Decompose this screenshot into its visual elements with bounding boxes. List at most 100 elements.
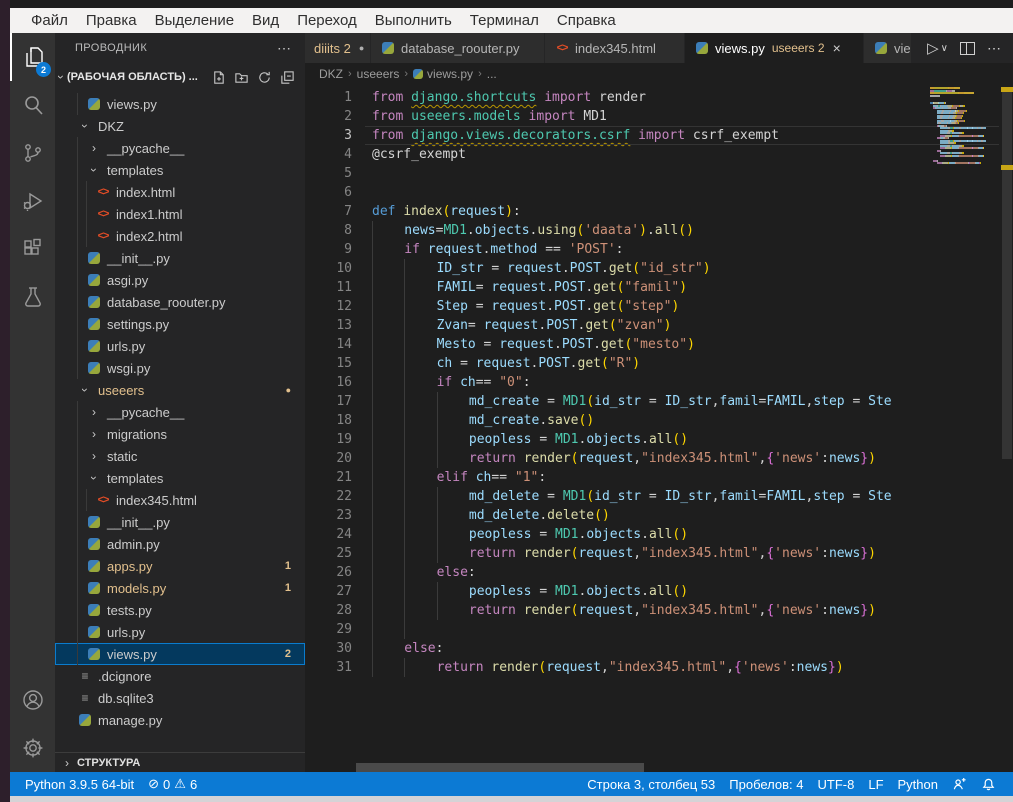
code-line[interactable]: 11FAMIL= request.POST.get("famil"): [305, 278, 1013, 297]
code-line[interactable]: 27peopless = MD1.objects.all(): [305, 582, 1013, 601]
tree-folder-dkz[interactable]: ›DKZ: [55, 115, 305, 137]
language-mode[interactable]: Python: [891, 777, 945, 792]
horizontal-scrollbar-thumb[interactable]: [356, 763, 644, 772]
menu-item[interactable]: Переход: [288, 8, 366, 33]
tab-index345-html[interactable]: <>index345.html: [545, 33, 685, 63]
eol-setting[interactable]: LF: [861, 777, 890, 792]
menu-item[interactable]: Вид: [243, 8, 288, 33]
tree-file-urls-py[interactable]: urls.py: [55, 621, 305, 643]
code-line[interactable]: 29: [305, 620, 1013, 639]
indentation-setting[interactable]: Пробелов: 4: [722, 777, 810, 792]
workspace-section-header[interactable]: › (РАБОЧАЯ ОБЛАСТЬ) ...: [55, 66, 305, 88]
outline-section-header[interactable]: › СТРУКТУРА: [55, 752, 305, 773]
code-line[interactable]: 14Mesto = request.POST.get("mesto"): [305, 335, 1013, 354]
run-debug-icon[interactable]: [10, 177, 55, 225]
tree-folder-useeers[interactable]: ›useeers●: [55, 379, 305, 401]
tree-file-urls-py[interactable]: urls.py: [55, 335, 305, 357]
menu-item[interactable]: Файл: [22, 8, 77, 33]
search-icon[interactable]: [10, 81, 55, 129]
code-line[interactable]: 31return render(request,"index345.html",…: [305, 658, 1013, 677]
tree-file-db-sqlite3[interactable]: ≡db.sqlite3: [55, 687, 305, 709]
more-actions-icon[interactable]: ⋯: [987, 40, 1001, 57]
code-line[interactable]: 6: [305, 183, 1013, 202]
code-line[interactable]: 8news=MD1.objects.using('daata').all(): [305, 221, 1013, 240]
new-file-icon[interactable]: [211, 70, 226, 85]
code-line[interactable]: 25return render(request,"index345.html",…: [305, 544, 1013, 563]
code-line[interactable]: 19peopless = MD1.objects.all(): [305, 430, 1013, 449]
testing-icon[interactable]: [10, 273, 55, 321]
run-button[interactable]: ▷∨: [927, 39, 948, 57]
close-icon[interactable]: ×: [833, 40, 841, 56]
tree-file-index2-html[interactable]: <>index2.html: [55, 225, 305, 247]
code-line[interactable]: 22md_delete = MD1(id_str = ID_str,famil=…: [305, 487, 1013, 506]
menu-item[interactable]: Справка: [548, 8, 625, 33]
code-line[interactable]: 24peopless = MD1.objects.all(): [305, 525, 1013, 544]
settings-gear-icon[interactable]: [10, 724, 55, 772]
tree-folder-migrations[interactable]: ›migrations: [55, 423, 305, 445]
code-line[interactable]: 15ch = request.POST.get("R"): [305, 354, 1013, 373]
code-line[interactable]: 23md_delete.delete(): [305, 506, 1013, 525]
code-line[interactable]: 4@csrf_exempt: [305, 145, 1013, 164]
tree-file-models-py[interactable]: models.py1: [55, 577, 305, 599]
problems-status[interactable]: ⊘ 0 ⚠ 6: [141, 776, 204, 792]
tree-file-views-py[interactable]: views.py2: [55, 643, 305, 665]
menu-item[interactable]: Терминал: [461, 8, 548, 33]
tree-file-index1-html[interactable]: <>index1.html: [55, 203, 305, 225]
cursor-position[interactable]: Строка 3, столбец 53: [580, 777, 722, 792]
code-line[interactable]: 17md_create = MD1(id_str = ID_str,famil=…: [305, 392, 1013, 411]
code-line[interactable]: 30else:: [305, 639, 1013, 658]
tab-diiits-2[interactable]: diiits 2●: [305, 33, 371, 63]
code-line[interactable]: 1from django.shortcuts import render: [305, 88, 1013, 107]
menu-item[interactable]: Правка: [77, 8, 146, 33]
tab-vie[interactable]: vie: [864, 33, 912, 63]
tree-folder-templates[interactable]: ›templates: [55, 159, 305, 181]
tab-database-roouter-py[interactable]: database_roouter.py: [371, 33, 545, 63]
tree-file-database-roouter-py[interactable]: database_roouter.py: [55, 291, 305, 313]
code-line[interactable]: 26else:: [305, 563, 1013, 582]
code-editor[interactable]: 1from django.shortcuts import render2fro…: [305, 85, 1013, 772]
code-line[interactable]: 3from django.views.decorators.csrf impor…: [305, 126, 1013, 145]
menu-item[interactable]: Выделение: [146, 8, 243, 33]
tree-file-index345-html[interactable]: <>index345.html: [55, 489, 305, 511]
code-line[interactable]: 2from useeers.models import MD1: [305, 107, 1013, 126]
code-line[interactable]: 7def index(request):: [305, 202, 1013, 221]
breadcrumb-item[interactable]: DKZ: [319, 67, 343, 81]
breadcrumb-item[interactable]: views.py: [413, 67, 473, 81]
code-line[interactable]: 20return render(request,"index345.html",…: [305, 449, 1013, 468]
tree-file-views-py[interactable]: views.py: [55, 93, 305, 115]
explorer-more-actions-icon[interactable]: ⋯: [277, 40, 291, 57]
encoding[interactable]: UTF-8: [811, 777, 862, 792]
tree-file-asgi-py[interactable]: asgi.py: [55, 269, 305, 291]
tree-file--init-py[interactable]: __init__.py: [55, 511, 305, 533]
code-line[interactable]: 9if request.method == 'POST':: [305, 240, 1013, 259]
source-control-icon[interactable]: [10, 129, 55, 177]
tree-file-manage-py[interactable]: manage.py: [55, 709, 305, 731]
breadcrumb-item[interactable]: ...: [487, 67, 497, 81]
refresh-icon[interactable]: [257, 70, 272, 85]
tree-folder-static[interactable]: ›static: [55, 445, 305, 467]
tree-file-settings-py[interactable]: settings.py: [55, 313, 305, 335]
vertical-scrollbar-thumb[interactable]: [1002, 87, 1012, 459]
tree-folder--pycache-[interactable]: ›__pycache__: [55, 137, 305, 159]
tree-file-index-html[interactable]: <>index.html: [55, 181, 305, 203]
tree-file-apps-py[interactable]: apps.py1: [55, 555, 305, 577]
tab-views-py[interactable]: views.pyuseeers 2×: [685, 33, 864, 63]
breadcrumb-item[interactable]: useeers: [357, 67, 400, 81]
collapse-all-icon[interactable]: [280, 70, 295, 85]
tree-folder--pycache-[interactable]: ›__pycache__: [55, 401, 305, 423]
code-line[interactable]: 5: [305, 164, 1013, 183]
explorer-icon[interactable]: 2: [10, 33, 55, 81]
notifications-bell-icon[interactable]: [974, 777, 1003, 792]
code-line[interactable]: 16if ch== "0":: [305, 373, 1013, 392]
code-line[interactable]: 12Step = request.POST.get("step"): [305, 297, 1013, 316]
tree-file-tests-py[interactable]: tests.py: [55, 599, 305, 621]
code-line[interactable]: 10ID_str = request.POST.get("id_str"): [305, 259, 1013, 278]
menu-item[interactable]: Выполнить: [366, 8, 461, 33]
code-line[interactable]: 18md_create.save(): [305, 411, 1013, 430]
code-line[interactable]: 28return render(request,"index345.html",…: [305, 601, 1013, 620]
split-editor-icon[interactable]: [960, 42, 975, 55]
tree-file-wsgi-py[interactable]: wsgi.py: [55, 357, 305, 379]
tree-file--init-py[interactable]: __init__.py: [55, 247, 305, 269]
feedback-icon[interactable]: [945, 777, 974, 792]
minimap[interactable]: [930, 87, 1000, 165]
